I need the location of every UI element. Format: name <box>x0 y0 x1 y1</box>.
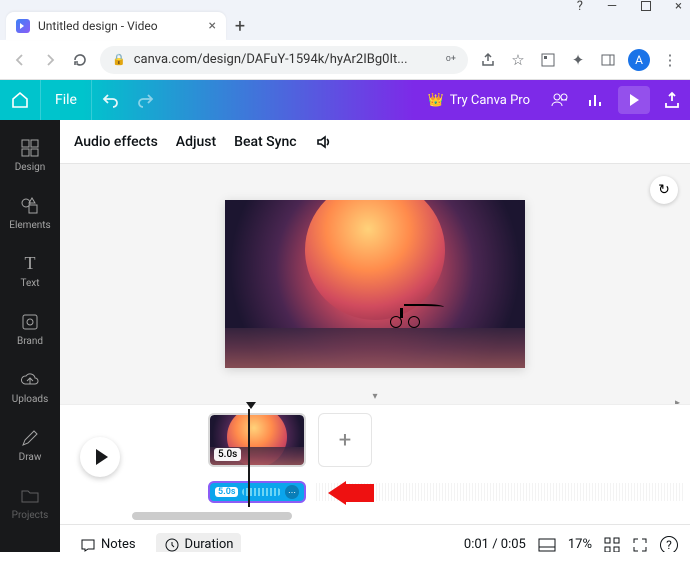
browser-tab-bar: Untitled design - Video × + <box>0 12 690 40</box>
audio-duration-badge: 5.0s <box>215 487 238 497</box>
tab-close-icon[interactable]: × <box>209 18 216 34</box>
canva-favicon-icon <box>16 19 30 33</box>
audio-effects-button[interactable]: Audio effects <box>74 134 158 150</box>
side-panel: Design Elements TText Brand Uploads Draw… <box>0 120 60 552</box>
playhead[interactable] <box>248 409 250 507</box>
window-titlebar: ? — × <box>0 0 690 12</box>
callout-arrow-icon <box>328 481 374 505</box>
add-page-button[interactable]: + <box>318 413 372 467</box>
tab-title: Untitled design - Video <box>38 19 201 33</box>
clip-options-icon[interactable]: ⋯ <box>285 485 299 499</box>
canvas-area[interactable]: ↻ ✦ ▾ ▸ <box>60 164 690 404</box>
search-icon[interactable]: ᵒ⁺ <box>446 52 456 68</box>
close-icon[interactable]: × <box>675 0 682 14</box>
playhead-marker-icon <box>246 402 256 409</box>
sidebar-item-elements[interactable]: Elements <box>0 184 60 242</box>
minimize-icon[interactable]: — <box>607 0 617 14</box>
timeline[interactable]: 5.0s + 5.0s ⋯ <box>60 404 690 524</box>
bookmark-icon[interactable]: ☆ <box>508 50 528 70</box>
audio-clip[interactable]: 5.0s ⋯ <box>208 481 306 503</box>
file-menu[interactable]: File <box>40 80 92 120</box>
forward-button[interactable] <box>40 50 60 70</box>
sidebar-item-text[interactable]: TText <box>0 242 60 300</box>
redo-button[interactable] <box>136 91 154 109</box>
present-button[interactable] <box>618 86 650 114</box>
home-button[interactable] <box>0 80 40 120</box>
play-button[interactable] <box>80 437 120 477</box>
panel-icon[interactable] <box>598 50 618 70</box>
timeline-scrollbar[interactable] <box>132 512 292 520</box>
url-text: canva.com/design/DAFuY-1594k/hyAr2IBg0It… <box>134 52 438 67</box>
clip-duration-badge: 5.0s <box>214 448 241 461</box>
beat-sync-button[interactable]: Beat Sync <box>234 134 296 150</box>
puzzle-icon[interactable]: ✦ <box>568 50 588 70</box>
new-tab-button[interactable]: + <box>226 12 254 40</box>
undo-button[interactable] <box>102 91 120 109</box>
browser-address-bar: 🔒 canva.com/design/DAFuY-1594k/hyAr2IBg0… <box>0 40 690 80</box>
canva-topbar: File 👑Try Canva Pro <box>0 80 690 120</box>
cloud-upload-icon <box>20 370 40 390</box>
pencil-icon <box>20 428 40 448</box>
share-button[interactable] <box>654 82 690 118</box>
folder-icon <box>20 486 40 506</box>
kebab-menu-icon[interactable]: ⋮ <box>660 50 680 70</box>
lock-icon: 🔒 <box>112 53 126 66</box>
shapes-icon <box>20 196 40 216</box>
maximize-icon[interactable] <box>641 1 651 11</box>
brand-icon <box>20 312 40 332</box>
pages-view-icon[interactable] <box>538 538 556 552</box>
playback-time: 0:01 / 0:05 <box>464 537 526 552</box>
templates-icon <box>20 138 40 158</box>
editor-footer: Notes Duration 0:01 / 0:05 17% ? <box>60 524 690 552</box>
video-clip[interactable]: 5.0s <box>208 413 306 467</box>
browser-tab[interactable]: Untitled design - Video × <box>6 12 226 40</box>
grid-view-icon[interactable] <box>604 537 620 553</box>
url-input[interactable]: 🔒 canva.com/design/DAFuY-1594k/hyAr2IBg0… <box>100 46 468 74</box>
sidebar-item-uploads[interactable]: Uploads <box>0 358 60 416</box>
video-page[interactable] <box>225 200 525 368</box>
analytics-icon[interactable] <box>578 82 614 118</box>
adjust-button[interactable]: Adjust <box>176 134 216 150</box>
text-icon: T <box>25 253 36 274</box>
notes-button[interactable]: Notes <box>72 533 144 553</box>
help-icon[interactable]: ? <box>660 536 678 553</box>
context-toolbar: Audio effects Adjust Beat Sync <box>60 120 690 164</box>
sidebar-item-draw[interactable]: Draw <box>0 416 60 474</box>
back-button[interactable] <box>10 50 30 70</box>
zoom-level[interactable]: 17% <box>568 537 592 552</box>
refresh-page-button[interactable]: ↻ <box>650 176 678 204</box>
profile-avatar[interactable]: A <box>628 49 650 71</box>
sidebar-item-design[interactable]: Design <box>0 126 60 184</box>
share-icon[interactable] <box>478 50 498 70</box>
sidebar-item-brand[interactable]: Brand <box>0 300 60 358</box>
duration-button[interactable]: Duration <box>156 533 242 553</box>
fullscreen-icon[interactable] <box>632 537 648 553</box>
volume-icon[interactable] <box>315 133 333 151</box>
sidebar-item-projects[interactable]: Projects <box>0 474 60 532</box>
collaborators-icon[interactable] <box>542 82 578 118</box>
reload-button[interactable] <box>70 50 90 70</box>
help-icon[interactable]: ? <box>577 0 583 14</box>
try-pro-button[interactable]: 👑Try Canva Pro <box>416 93 542 108</box>
extension-icon[interactable] <box>538 50 558 70</box>
